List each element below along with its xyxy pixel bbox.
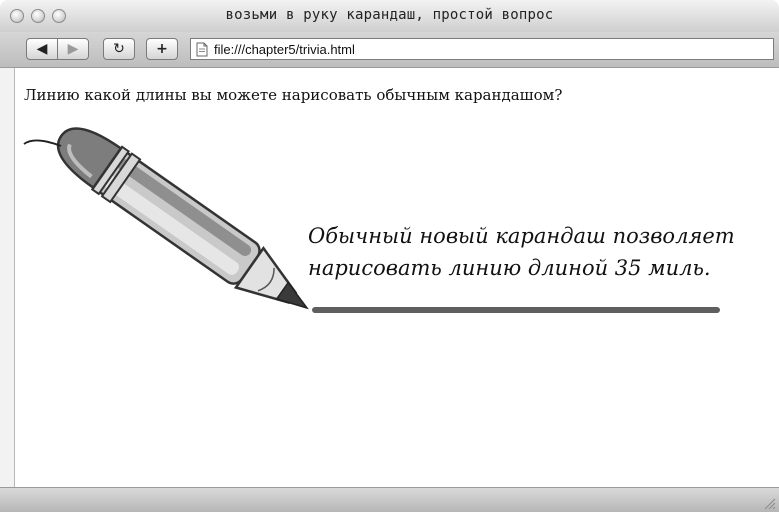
answer-line-2: нарисовать линию длиной 35 миль. (308, 256, 711, 280)
reload-button[interactable]: ↻ (103, 38, 135, 60)
back-button[interactable]: ◀ (26, 38, 58, 60)
plus-icon: + (156, 41, 168, 57)
resize-grip-icon[interactable] (764, 498, 776, 510)
page-content: Линию какой длины вы можете нарисовать о… (14, 68, 779, 487)
forward-button[interactable]: ▶ (57, 38, 89, 60)
reload-icon: ↻ (113, 41, 125, 57)
back-arrow-icon: ◀ (36, 41, 48, 57)
drawn-line (312, 307, 720, 313)
forward-arrow-icon: ▶ (67, 41, 79, 57)
address-text: file:///chapter5/trivia.html (214, 41, 355, 57)
browser-window: возьми в руку карандаш, простой вопрос ◀… (0, 0, 779, 512)
address-bar[interactable]: file:///chapter5/trivia.html (190, 38, 774, 60)
pencil-illustration (23, 127, 309, 310)
browser-toolbar: ◀ ▶ ↻ + file:///chapter5/trivia.html (0, 32, 779, 68)
add-bookmark-button[interactable]: + (146, 38, 178, 60)
status-bar (0, 487, 779, 512)
answer-line-1: Обычный новый карандаш позволяет (308, 224, 735, 248)
answer-text: Обычный новый карандаш позволяет нарисов… (308, 220, 778, 284)
question-text: Линию какой длины вы можете нарисовать о… (24, 86, 563, 104)
title-bar: возьми в руку карандаш, простой вопрос (0, 0, 779, 33)
window-title: возьми в руку карандаш, простой вопрос (225, 7, 554, 23)
file-icon (196, 42, 208, 56)
